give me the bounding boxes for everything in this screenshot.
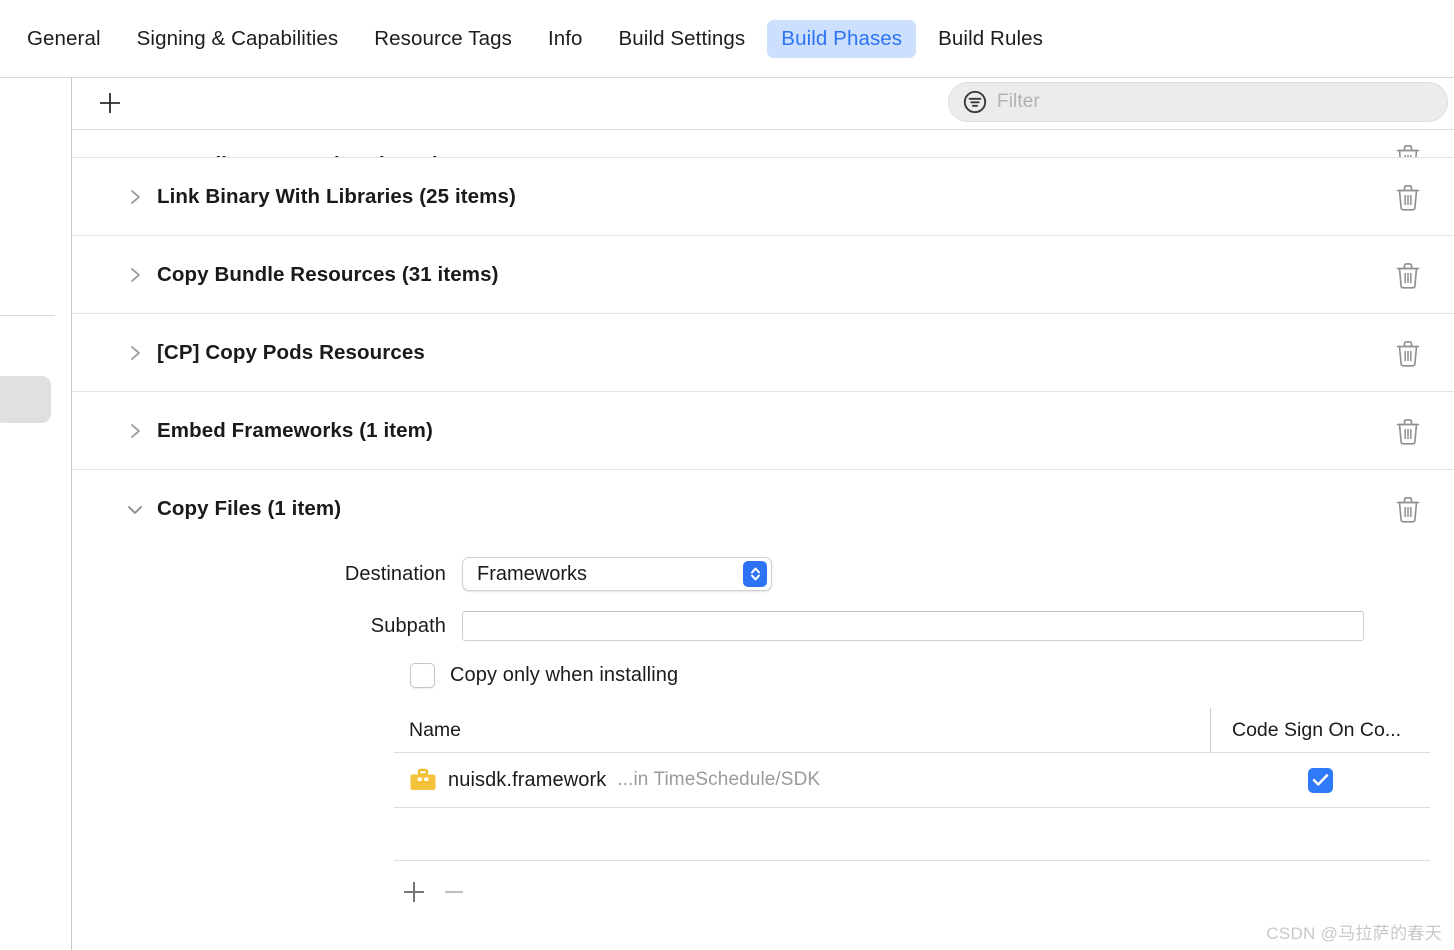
disclosure-chevron-down-icon[interactable] xyxy=(125,499,145,519)
tab-general[interactable]: General xyxy=(13,20,115,58)
phase-row-compile-sources[interactable]: Compile Sources (380 items) xyxy=(72,130,1454,158)
delete-phase-button[interactable] xyxy=(1395,417,1421,445)
table-bottom-divider xyxy=(394,860,1430,861)
phase-title: Link Binary With Libraries (25 items) xyxy=(157,184,516,208)
copy-only-when-installing-checkbox[interactable] xyxy=(410,662,435,688)
destination-row: Destination Frameworks xyxy=(72,548,1454,600)
destination-value: Frameworks xyxy=(477,562,588,585)
chevron-updown-icon[interactable] xyxy=(743,561,767,587)
destination-popup-button[interactable]: Frameworks xyxy=(462,557,772,591)
framework-toolbox-icon xyxy=(410,768,436,790)
plus-icon xyxy=(404,882,424,902)
plus-icon xyxy=(100,93,120,113)
delete-phase-button[interactable] xyxy=(1395,261,1421,289)
build-phases-toolbar: Filter xyxy=(72,78,1454,130)
delete-phase-button[interactable] xyxy=(1395,339,1421,367)
phase-row-cp-copy-pods-resources[interactable]: [CP] Copy Pods Resources xyxy=(72,314,1454,392)
gutter-divider xyxy=(0,315,55,316)
phase-row-link-binary-with-libraries[interactable]: Link Binary With Libraries (25 items) xyxy=(72,158,1454,236)
trash-icon xyxy=(1396,262,1420,289)
column-header-code-sign-on-copy[interactable]: Code Sign On Co... xyxy=(1210,708,1430,752)
minus-icon xyxy=(445,890,463,894)
table-footer-controls xyxy=(394,861,1454,917)
table-header-row: Name Code Sign On Co... xyxy=(394,708,1430,752)
add-build-phase-button[interactable] xyxy=(93,86,127,120)
copy-files-table: Name Code Sign On Co... nuisdk.framework… xyxy=(394,708,1430,861)
trash-icon xyxy=(1396,145,1420,157)
filter-icon xyxy=(963,90,987,114)
target-editor-tabbar: General Signing & Capabilities Resource … xyxy=(0,0,1454,78)
file-name: nuisdk.framework xyxy=(448,768,607,791)
filter-field[interactable]: Filter xyxy=(948,82,1448,122)
copy-only-when-installing-row[interactable]: Copy only when installing xyxy=(72,652,1454,698)
code-sign-on-copy-checkbox[interactable] xyxy=(1307,767,1333,793)
tab-build-rules[interactable]: Build Rules xyxy=(924,20,1057,58)
phase-title: Copy Bundle Resources (31 items) xyxy=(157,262,499,286)
tab-build-settings[interactable]: Build Settings xyxy=(605,20,760,58)
code-sign-on-copy-cell[interactable] xyxy=(1210,753,1430,807)
phase-title: Embed Frameworks (1 item) xyxy=(157,418,433,442)
trash-icon xyxy=(1396,184,1420,211)
tab-info[interactable]: Info xyxy=(534,20,597,58)
trash-icon xyxy=(1396,497,1420,523)
left-gutter xyxy=(0,78,71,950)
destination-label: Destination xyxy=(344,562,446,585)
disclosure-chevron-right-icon[interactable] xyxy=(125,265,145,285)
table-row[interactable]: nuisdk.framework ...in TimeSchedule/SDK xyxy=(394,753,1430,807)
phase-row-copy-files[interactable]: Copy Files (1 item) xyxy=(72,470,1454,548)
xcode-build-phases-pane: General Signing & Capabilities Resource … xyxy=(0,0,1454,950)
trash-icon xyxy=(1396,418,1420,445)
copy-only-when-installing-label: Copy only when installing xyxy=(450,663,679,686)
checkmark-icon xyxy=(1312,774,1328,786)
file-path: ...in TimeSchedule/SDK xyxy=(617,769,821,790)
remove-file-button[interactable] xyxy=(434,872,474,912)
subpath-label: Subpath xyxy=(370,614,446,637)
phase-title: [CP] Copy Pods Resources xyxy=(157,340,425,364)
table-empty-space xyxy=(394,808,1430,860)
disclosure-chevron-right-icon[interactable] xyxy=(125,187,145,207)
delete-phase-button[interactable] xyxy=(1395,183,1421,211)
disclosure-chevron-right-icon[interactable] xyxy=(125,421,145,441)
phase-row-embed-frameworks[interactable]: Embed Frameworks (1 item) xyxy=(72,392,1454,470)
column-header-name[interactable]: Name xyxy=(394,719,461,742)
delete-phase-button[interactable] xyxy=(1395,495,1421,523)
tab-build-phases[interactable]: Build Phases xyxy=(767,19,917,58)
tab-resource-tags[interactable]: Resource Tags xyxy=(360,20,526,58)
copy-files-phase-body: Destination Frameworks Subpath Copy only… xyxy=(72,548,1454,921)
watermark: CSDN @马拉萨的春天 xyxy=(1266,924,1442,943)
subpath-input[interactable] xyxy=(462,611,1364,641)
disclosure-chevron-right-icon[interactable] xyxy=(125,343,145,363)
subpath-row: Subpath xyxy=(72,600,1454,652)
trash-icon xyxy=(1396,340,1420,367)
phase-row-copy-bundle-resources[interactable]: Copy Bundle Resources (31 items) xyxy=(72,236,1454,314)
gutter-selected-chip[interactable] xyxy=(0,376,51,423)
build-phase-list: Compile Sources (380 items) Link Bi xyxy=(72,130,1454,950)
delete-phase-button[interactable] xyxy=(1395,143,1421,157)
add-file-button[interactable] xyxy=(394,872,434,912)
filter-placeholder: Filter xyxy=(997,91,1040,112)
tab-signing-capabilities[interactable]: Signing & Capabilities xyxy=(123,20,353,58)
phase-title: Copy Files (1 item) xyxy=(157,497,342,520)
